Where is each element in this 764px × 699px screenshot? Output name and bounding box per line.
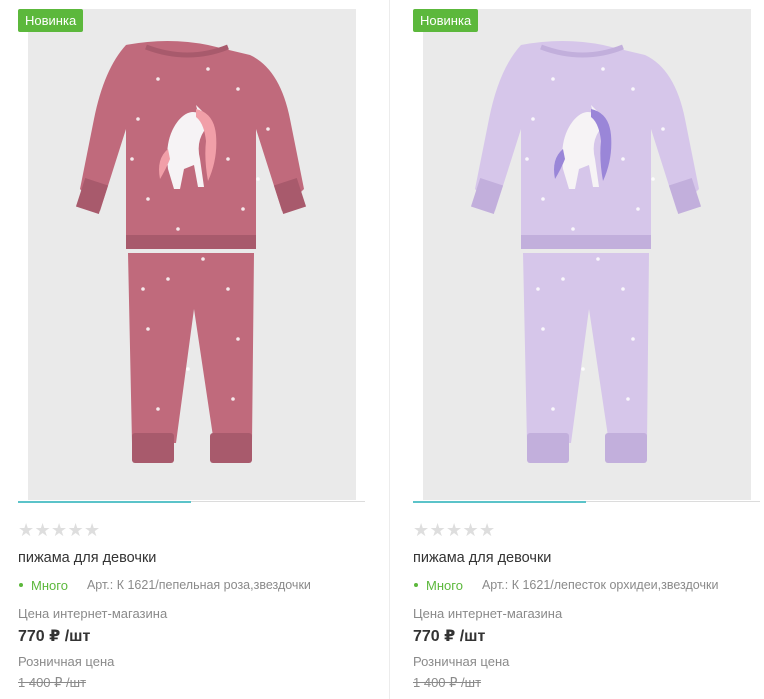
star-icon[interactable]: ★ xyxy=(35,521,52,541)
product-sku: Арт.: К 1621/лепесток орхидеи,звездочки xyxy=(481,578,719,592)
star-dot-shape xyxy=(166,277,170,281)
star-dot-shape xyxy=(551,77,555,81)
star-dot-shape xyxy=(581,367,585,371)
star-dot-shape xyxy=(226,157,230,161)
star-dot-shape xyxy=(601,67,605,71)
retail-price: 1 400 ₽ /шт xyxy=(413,675,482,690)
pajama-hem-shape xyxy=(126,235,256,249)
star-icon[interactable]: ★ xyxy=(446,521,463,541)
retail-price: 1 400 ₽ /шт xyxy=(18,675,87,690)
star-dot-shape xyxy=(176,227,180,231)
product-sku: Арт.: К 1621/пепельная роза,звездочки xyxy=(86,578,311,592)
star-dot-shape xyxy=(525,157,529,161)
star-dot-shape xyxy=(186,367,190,371)
new-badge: Новинка xyxy=(413,9,479,32)
star-dot-shape xyxy=(156,407,160,411)
star-dot-shape xyxy=(231,397,235,401)
star-dot-shape xyxy=(141,287,145,291)
stock-status: Много xyxy=(426,577,463,593)
product-grid: Новинка ★ ★ ★ ★ ★ пижама для девочки Мно… xyxy=(0,0,764,699)
star-dot-shape xyxy=(136,117,140,121)
star-dot-shape xyxy=(256,177,260,181)
star-dot-shape xyxy=(626,397,630,401)
star-icon[interactable]: ★ xyxy=(18,521,35,541)
pants-cuff-shape xyxy=(527,433,569,463)
star-dot-shape xyxy=(631,87,635,91)
product-title[interactable]: пижама для девочки xyxy=(18,550,156,566)
image-slider-indicator xyxy=(18,501,191,503)
star-icon[interactable]: ★ xyxy=(84,521,101,541)
star-dot-shape xyxy=(661,127,665,131)
pajama-illustration xyxy=(75,41,307,463)
star-dot-shape xyxy=(621,287,625,291)
star-icon[interactable]: ★ xyxy=(479,521,496,541)
star-dot-shape xyxy=(241,207,245,211)
star-dot-shape xyxy=(266,127,270,131)
product-card: Новинка ★ ★ ★ ★ ★ пижама для девочки Мно… xyxy=(413,0,763,699)
stock-row: Много Арт.: К 1621/пепельная роза,звездо… xyxy=(18,577,311,593)
star-dot-shape xyxy=(146,197,150,201)
online-price: 770 ₽ /шт xyxy=(413,628,486,645)
new-badge: Новинка xyxy=(18,9,84,32)
stock-status: Много xyxy=(31,577,68,593)
product-image[interactable] xyxy=(28,9,356,500)
card-divider xyxy=(389,0,390,699)
online-price-label: Цена интернет-магазина xyxy=(18,606,168,621)
star-dot-shape xyxy=(146,327,150,331)
star-dot-shape xyxy=(551,407,555,411)
retail-price-label: Розничная цена xyxy=(413,654,510,669)
star-dot-shape xyxy=(651,177,655,181)
pants-cuff-shape xyxy=(132,433,174,463)
stock-dot-icon xyxy=(414,583,418,587)
star-dot-shape xyxy=(536,287,540,291)
pajama-pants-shape xyxy=(523,253,649,443)
product-image[interactable] xyxy=(423,9,751,500)
star-icon[interactable]: ★ xyxy=(463,521,480,541)
pants-cuff-shape xyxy=(210,433,252,463)
product-card: Новинка ★ ★ ★ ★ ★ пижама для девочки Мно… xyxy=(18,0,366,699)
star-dot-shape xyxy=(130,157,134,161)
star-dot-shape xyxy=(541,327,545,331)
star-dot-shape xyxy=(201,257,205,261)
star-dot-shape xyxy=(631,337,635,341)
pajama-illustration xyxy=(470,41,702,463)
star-dot-shape xyxy=(621,157,625,161)
rating-stars[interactable]: ★ ★ ★ ★ ★ xyxy=(413,521,496,541)
product-title[interactable]: пижама для девочки xyxy=(413,550,551,566)
stock-row: Много Арт.: К 1621/лепесток орхидеи,звез… xyxy=(413,577,718,593)
star-dot-shape xyxy=(156,77,160,81)
online-price-label: Цена интернет-магазина xyxy=(413,606,563,621)
star-icon[interactable]: ★ xyxy=(430,521,447,541)
star-dot-shape xyxy=(226,287,230,291)
star-dot-shape xyxy=(236,337,240,341)
star-dot-shape xyxy=(571,227,575,231)
rating-stars[interactable]: ★ ★ ★ ★ ★ xyxy=(18,521,101,541)
star-icon[interactable]: ★ xyxy=(413,521,430,541)
star-dot-shape xyxy=(236,87,240,91)
online-price: 770 ₽ /шт xyxy=(18,628,91,645)
retail-price-label: Розничная цена xyxy=(18,654,115,669)
image-slider-indicator xyxy=(413,501,586,503)
pajama-pants-shape xyxy=(128,253,254,443)
star-icon[interactable]: ★ xyxy=(68,521,85,541)
pajama-hem-shape xyxy=(521,235,651,249)
stock-dot-icon xyxy=(19,583,23,587)
star-dot-shape xyxy=(636,207,640,211)
star-dot-shape xyxy=(561,277,565,281)
star-dot-shape xyxy=(541,197,545,201)
star-icon[interactable]: ★ xyxy=(51,521,68,541)
pants-cuff-shape xyxy=(605,433,647,463)
star-dot-shape xyxy=(596,257,600,261)
star-dot-shape xyxy=(531,117,535,121)
star-dot-shape xyxy=(206,67,210,71)
